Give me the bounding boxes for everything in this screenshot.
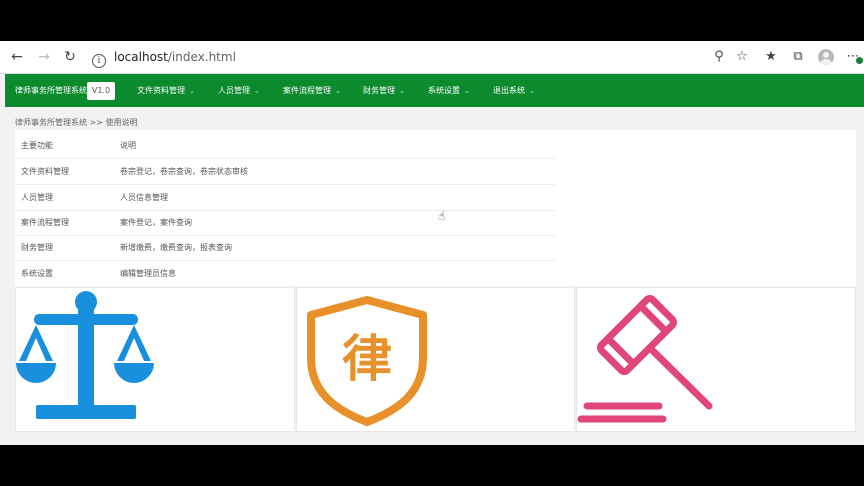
description-cell: 编辑管理员信息 [120,269,176,278]
notification-badge [856,57,863,64]
description-cell: 人员信息管理 [120,193,168,202]
feature-cell: 案件流程管理 [21,218,69,227]
menu-label: 案件流程管理 [283,86,331,95]
description-cell: 说明 [120,141,136,150]
description-cell: 卷宗登记，卷宗查询，卷宗状态审核 [120,167,248,176]
table-row: 财务管理 新增缴费，缴费查询，报表查询 [15,235,555,261]
chevron-down-icon: ⌄ [335,87,341,95]
menu-personnel[interactable]: 人员管理 ⌄ [218,74,260,108]
menu-system-settings[interactable]: 系统设置 ⌄ [428,74,470,108]
chevron-down-icon: ⌄ [189,87,195,95]
collections-icon[interactable]: ⧉ [789,48,807,66]
chevron-down-icon: ⌄ [529,87,535,95]
site-info-icon[interactable]: i [92,54,106,68]
chevron-down-icon: ⌄ [464,87,470,95]
feature-cell: 主要功能 [21,141,53,150]
scales-card [15,287,295,432]
gavel-icon [577,294,713,423]
feature-cell: 文件资料管理 [21,167,69,176]
menu-label: 退出系统 [493,86,525,95]
forward-icon[interactable]: → [34,47,54,67]
menu-case-workflow[interactable]: 案件流程管理 ⌄ [283,74,341,108]
feature-cell: 系统设置 [21,269,53,278]
chevron-down-icon: ⌄ [254,87,260,95]
law-shield-icon: 律 [307,296,427,426]
version-badge: V1.0 [87,82,115,100]
menu-label: 文件资料管理 [137,86,185,95]
law-shield-card: 律 [296,287,575,432]
menu-logout[interactable]: 退出系统 ⌄ [493,74,535,108]
app-brand[interactable]: 律师事务所管理系统 [15,74,87,107]
table-row: 主要功能 说明 [15,133,555,159]
menu-file-management[interactable]: 文件资料管理 ⌄ [137,74,195,108]
description-cell: 新增缴费，缴费查询，报表查询 [120,243,232,252]
favorites-icon[interactable]: ★ [762,48,780,66]
instructions-table: 主要功能 说明 文件资料管理 卷宗登记，卷宗查询，卷宗状态审核 人员管理 人员信… [15,130,856,286]
back-icon[interactable]: ← [7,47,27,67]
table-row: 案件流程管理 案件登记，案件查询 [15,210,555,236]
menu-label: 人员管理 [218,86,250,95]
chevron-down-icon: ⌄ [399,87,405,95]
browser-window: ← → ↻ i localhost/index.html ⚲ ☆ ★ ⧉ ⋯ 律师… [0,41,864,445]
menu-label: 系统设置 [428,86,460,95]
app-header: 律师事务所管理系统 V1.0 文件资料管理 ⌄ 人员管理 ⌄ 案件流程管理 ⌄ 财务管… [5,74,864,107]
mouse-cursor: ☝ [438,209,446,223]
url-host: localhost [114,50,168,64]
table-row: 文件资料管理 卷宗登记，卷宗查询，卷宗状态审核 [15,159,555,185]
url-path: /index.html [167,50,236,64]
zoom-icon[interactable]: ⚲ [710,48,728,66]
shield-label: 律 [342,330,392,388]
feature-cell: 人员管理 [21,193,53,202]
menu-label: 财务管理 [363,86,395,95]
gavel-card [576,287,856,432]
breadcrumb: 律师事务所管理系统 >> 使用说明 [15,118,138,127]
address-bar[interactable]: i localhost/index.html [92,46,236,68]
scales-icon [16,291,154,419]
feature-cell: 财务管理 [21,243,53,252]
menu-finance[interactable]: 财务管理 ⌄ [363,74,405,108]
reload-icon[interactable]: ↻ [60,47,80,67]
browser-toolbar: ← → ↻ i localhost/index.html ⚲ ☆ ★ ⧉ ⋯ [0,41,864,74]
description-cell: 案件登记，案件查询 [120,218,192,227]
table-row: 系统设置 编辑管理员信息 [15,261,555,286]
profile-avatar[interactable] [818,49,834,65]
add-favorite-icon[interactable]: ☆ [733,48,751,66]
table-row: 人员管理 人员信息管理 [15,185,555,211]
